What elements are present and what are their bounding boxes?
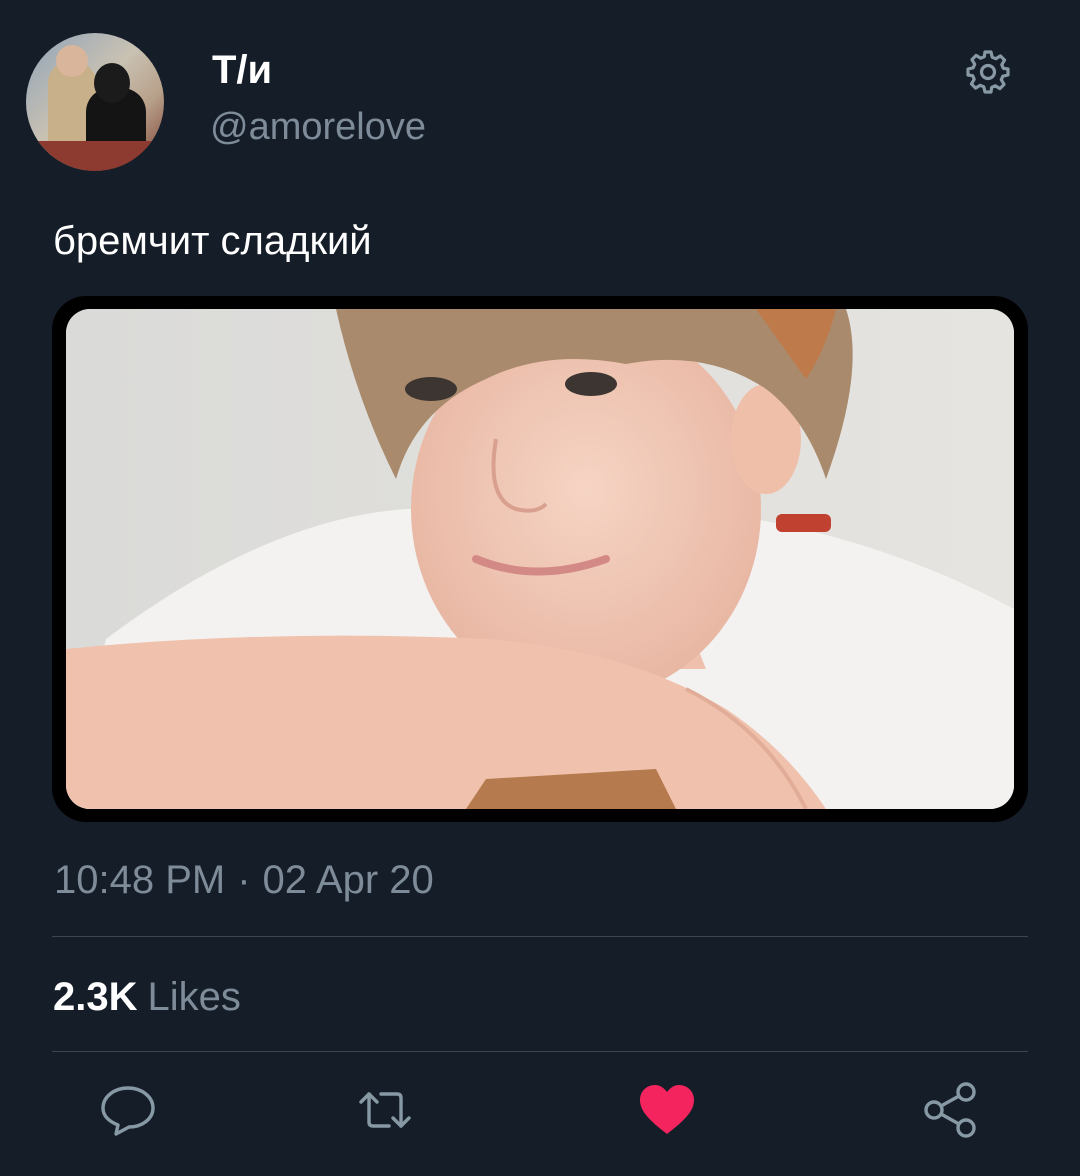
avatar-figure [56, 45, 88, 77]
reply-icon [98, 1080, 158, 1145]
divider [52, 1051, 1028, 1052]
user-handle[interactable]: @amorelove [210, 106, 426, 149]
display-name[interactable]: Т/и [212, 48, 272, 93]
likes-count: 2.3K [53, 975, 138, 1019]
share-icon [920, 1080, 980, 1145]
share-button[interactable] [920, 1080, 980, 1145]
likes-label: Likes [147, 975, 241, 1019]
tweet-date: 02 Apr 20 [262, 858, 434, 902]
likes-stat[interactable]: 2.3K Likes [53, 975, 241, 1020]
divider [52, 936, 1028, 937]
like-button[interactable] [637, 1082, 697, 1142]
tweet-timestamp: 10:48 PM · 02 Apr 20 [54, 858, 434, 903]
reply-button[interactable] [98, 1082, 158, 1142]
heart-icon [637, 1080, 697, 1145]
retweet-icon [355, 1080, 415, 1145]
tweet-text: бремчит сладкий [53, 219, 372, 263]
tweet-photo[interactable] [66, 309, 1014, 809]
avatar[interactable] [26, 33, 164, 171]
retweet-button[interactable] [355, 1082, 415, 1142]
gear-icon[interactable] [964, 48, 1012, 96]
avatar-background [26, 141, 164, 171]
separator: · [237, 858, 251, 902]
avatar-figure [94, 63, 130, 103]
tweet-time: 10:48 PM [54, 858, 226, 902]
